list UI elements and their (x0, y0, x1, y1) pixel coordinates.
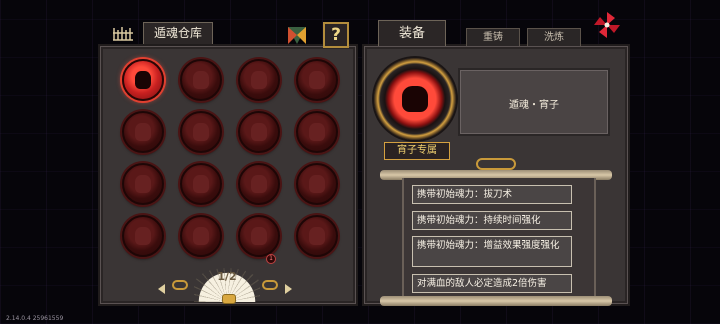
soul-slot[interactable] (230, 56, 288, 108)
soul-name: 遁魂・宵子 (509, 100, 559, 111)
fan-knot-icon (222, 294, 236, 304)
soul-slot[interactable] (114, 108, 172, 160)
page-indicator: 1/2 (217, 270, 237, 283)
storage-title: 遁魂仓库 (143, 22, 213, 44)
soul-slot[interactable] (172, 212, 230, 264)
soul-slot[interactable] (288, 56, 346, 108)
gold-knot-icon (476, 158, 516, 170)
attribute-line: 携带初始魂力：拔刀术 (412, 185, 572, 204)
sort-cube-icon[interactable] (286, 24, 308, 46)
scroll-rod-bottom (380, 296, 612, 306)
soul-slot[interactable] (230, 212, 288, 264)
prev-page-arrow-icon[interactable] (158, 284, 165, 294)
soul-coin-icon (296, 163, 338, 205)
next-page-arrow-icon[interactable] (285, 284, 292, 294)
soul-glyph-icon (402, 86, 428, 112)
soul-coin-icon (122, 163, 164, 205)
soul-slot[interactable] (114, 212, 172, 264)
soul-coin-icon (238, 59, 280, 101)
soul-slot[interactable] (230, 108, 288, 160)
attribute-line: 携带初始魂力：增益效果强度强化 (412, 236, 572, 267)
slot-badge: 1 (266, 254, 276, 264)
shelf-icon (113, 27, 133, 41)
soul-slot[interactable] (172, 160, 230, 212)
soul-grid (114, 56, 346, 264)
attribute-line: 对满血的敌人必定造成2倍伤害 (412, 274, 572, 293)
soul-coin-icon (180, 59, 222, 101)
ornament-left-icon (172, 280, 188, 290)
soul-slot[interactable] (172, 56, 230, 108)
soul-slot[interactable] (114, 56, 172, 108)
tab-wash[interactable]: 洗炼 (527, 28, 581, 46)
soul-slot[interactable] (288, 212, 346, 264)
soul-coin-icon (180, 215, 222, 257)
soul-slot[interactable] (230, 160, 288, 212)
soul-coin-icon (180, 163, 222, 205)
soul-slot[interactable] (114, 160, 172, 212)
exclusive-tag: 宵子专属 (384, 142, 450, 160)
pinwheel-close-icon[interactable] (592, 10, 622, 40)
ornament-right-icon (262, 280, 278, 290)
soul-coin-icon (122, 215, 164, 257)
tab-recast[interactable]: 重铸 (466, 28, 520, 46)
tab-equip[interactable]: 装备 (378, 20, 446, 46)
soul-slot[interactable] (288, 160, 346, 212)
soul-coin-icon (180, 111, 222, 153)
soul-coin-icon (296, 59, 338, 101)
soul-coin-icon (296, 111, 338, 153)
soul-slot[interactable] (288, 108, 346, 160)
soul-coin-icon (296, 215, 338, 257)
attribute-line: 携带初始魂力：持续时间强化 (412, 211, 572, 230)
help-button[interactable]: ? (323, 22, 349, 48)
soul-coin-icon (238, 163, 280, 205)
soul-coin-icon (238, 215, 280, 257)
soul-coin-icon (122, 59, 164, 101)
soul-slot[interactable] (172, 108, 230, 160)
soul-coin-icon (122, 111, 164, 153)
soul-coin-icon (238, 111, 280, 153)
version-label: 2.14.0.4 25961559 (6, 315, 64, 322)
